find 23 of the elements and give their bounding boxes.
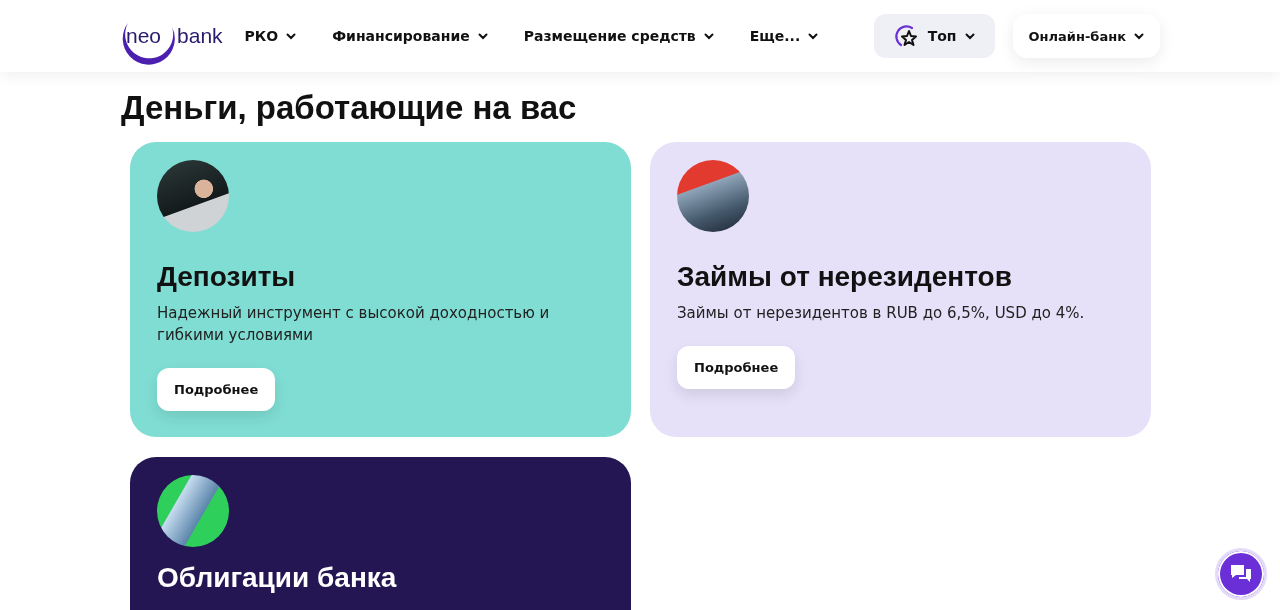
logo-text: bank — [177, 24, 223, 48]
card-description: Надежный инструмент с высокой доходностью и гибкими условиями — [157, 303, 551, 346]
nav-menu-item[interactable]: Размещение средств — [523, 28, 714, 44]
top-button[interactable]: Топ — [873, 14, 995, 58]
chevron-down-icon — [286, 32, 297, 40]
details-button[interactable]: Подробнее — [157, 368, 276, 411]
details-button[interactable]: Подробнее — [677, 346, 796, 389]
card-title: Депозиты — [157, 260, 297, 294]
nav-menu-item[interactable]: РКО — [244, 28, 297, 44]
online-bank-button[interactable]: Онлайн-банк — [1012, 14, 1160, 58]
chevron-down-icon — [477, 32, 488, 40]
chat-button[interactable] — [1215, 548, 1267, 600]
chevron-down-icon — [964, 32, 975, 40]
card-title: Займы от нерезидентов — [677, 260, 1013, 294]
card-title: Облигации банка — [157, 561, 398, 595]
page-heading: Деньги, работающие на вас — [121, 88, 578, 128]
chevron-down-icon — [703, 32, 714, 40]
logo-text: neo — [125, 24, 162, 48]
chevron-down-icon — [808, 32, 819, 40]
card-description: Займы от нерезидентов в RUB до 6,5%, USD до 4%. — [677, 303, 1086, 324]
chevron-down-icon — [1134, 32, 1144, 40]
nav-menu-item[interactable]: Финансирование — [332, 28, 488, 44]
nav-menu-item[interactable]: Еще... — [749, 28, 819, 44]
